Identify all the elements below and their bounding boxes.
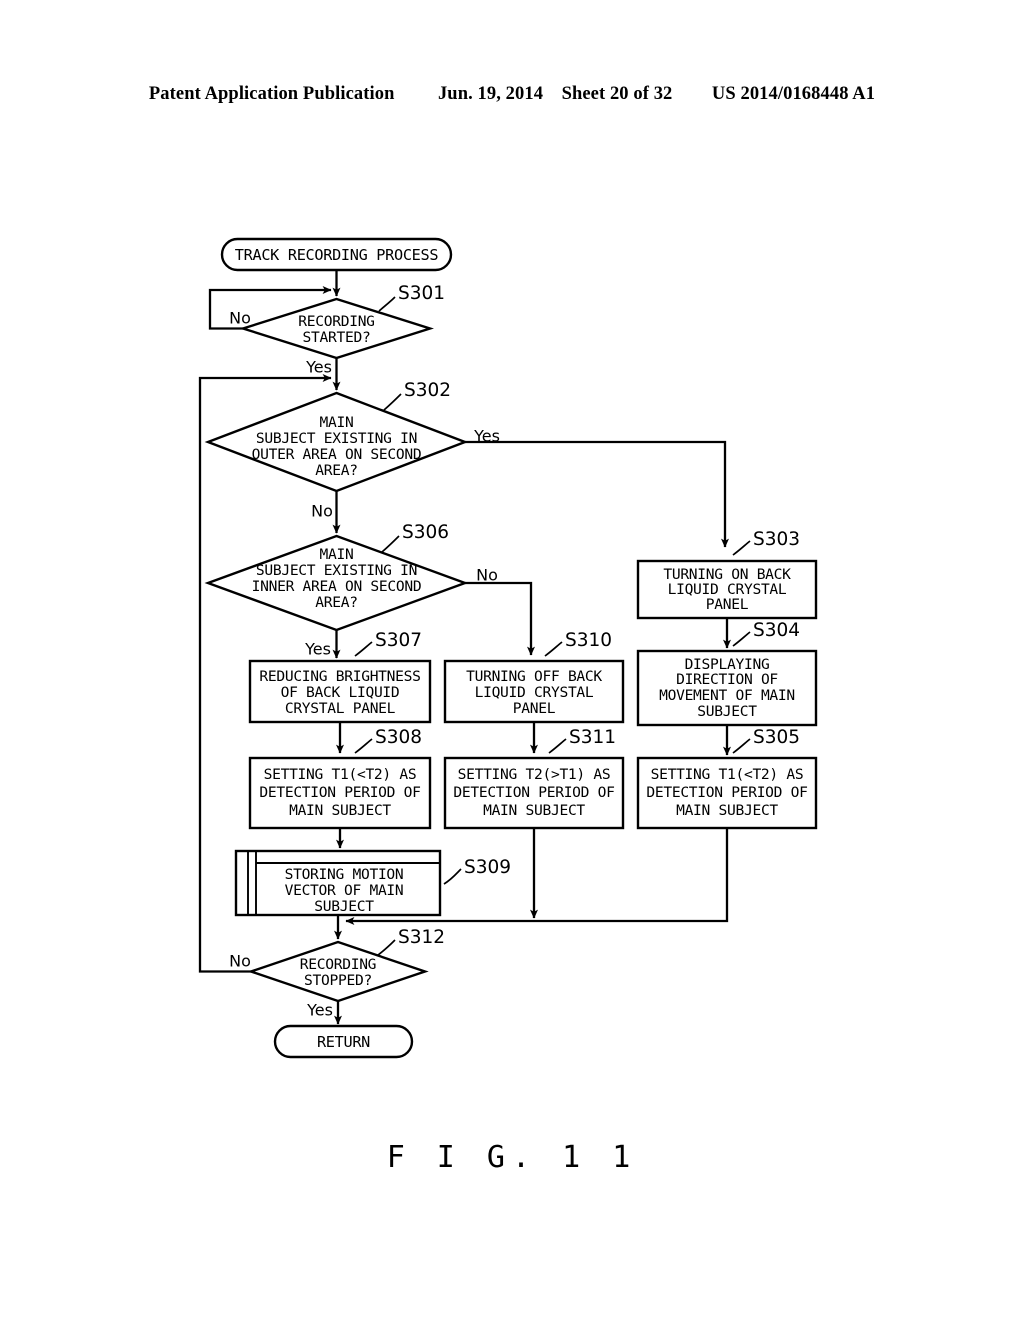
leader-s302 [383, 393, 402, 411]
leader-s311 [548, 738, 567, 754]
node-s308-line3: MAIN SUBJECT [289, 802, 391, 819]
node-s309-line2: VECTOR OF MAIN [285, 882, 404, 899]
node-s302: MAIN SUBJECT EXISTING IN OUTER AREA ON S… [204, 391, 469, 493]
label-s301-no: No [229, 309, 251, 328]
step-id-s309: S309 [464, 857, 511, 878]
node-s301-line1: RECORDING [298, 313, 374, 330]
step-id-s302: S302 [404, 380, 451, 401]
node-s305: SETTING T1(<T2) AS DETECTION PERIOD OF M… [636, 756, 818, 830]
leader-s304 [732, 631, 751, 647]
node-s304-line4: SUBJECT [697, 703, 757, 720]
connector-s302-yes-to-s303 [465, 440, 729, 548]
figure-caption: F I G. 1 1 [386, 1140, 638, 1175]
node-s309-line1: STORING MOTION [285, 866, 404, 883]
node-s308: SETTING T1(<T2) AS DETECTION PERIOD OF M… [248, 756, 432, 830]
node-s302-line2: SUBJECT EXISTING IN [256, 430, 417, 447]
leader-s308 [354, 738, 373, 754]
node-s306-line4: AREA? [315, 594, 357, 611]
step-id-s311: S311 [569, 727, 616, 748]
leader-s309 [443, 868, 462, 885]
node-s306-line2: SUBJECT EXISTING IN [256, 562, 417, 579]
node-s311-line1: SETTING T2(>T1) AS [458, 766, 611, 783]
node-s305-line2: DETECTION PERIOD OF [646, 784, 807, 801]
label-s306-yes: Yes [304, 640, 331, 659]
node-s302-line3: OUTER AREA ON SECOND [252, 446, 422, 463]
node-s301: RECORDING STARTED? [239, 297, 434, 360]
step-id-s308: S308 [375, 727, 422, 748]
node-end-label: RETURN [317, 1033, 370, 1051]
node-s308-line2: DETECTION PERIOD OF [259, 784, 420, 801]
node-s311: SETTING T2(>T1) AS DETECTION PERIOD OF M… [443, 756, 625, 830]
node-s310-line3: PANEL [513, 700, 556, 717]
label-s306-no: No [476, 566, 498, 585]
node-s306: MAIN SUBJECT EXISTING IN INNER AREA ON S… [204, 534, 469, 632]
node-start: TRACK RECORDING PROCESS [220, 237, 453, 272]
node-s309-line3: SUBJECT [314, 898, 374, 915]
node-s310: TURNING OFF BACK LIQUID CRYSTAL PANEL [443, 659, 625, 724]
node-end: RETURN [273, 1024, 414, 1059]
leader-s306 [381, 535, 400, 553]
node-s304-line2: DIRECTION OF [676, 671, 778, 688]
node-s306-line3: INNER AREA ON SECOND [252, 578, 422, 595]
step-id-s304: S304 [753, 620, 800, 641]
node-s307-line2: OF BACK LIQUID [281, 684, 400, 701]
step-id-s301: S301 [398, 283, 445, 304]
step-id-s310: S310 [565, 630, 612, 651]
node-s307: REDUCING BRIGHTNESS OF BACK LIQUID CRYST… [248, 659, 432, 724]
node-s310-line2: LIQUID CRYSTAL [475, 684, 594, 701]
leader-s307 [354, 641, 373, 657]
node-s304-line3: MOVEMENT OF MAIN [659, 687, 795, 704]
step-id-s307: S307 [375, 630, 422, 651]
leader-s301 [378, 296, 396, 312]
node-s301-line2: STARTED? [303, 329, 371, 346]
node-s312-line1: RECORDING [300, 956, 376, 973]
step-id-s312: S312 [398, 927, 445, 948]
flowchart-diagram: TRACK RECORDING PROCESS RECORDING STARTE… [0, 0, 1024, 1320]
label-s312-no: No [229, 952, 251, 971]
node-s308-line1: SETTING T1(<T2) AS [264, 766, 417, 783]
leader-s305 [732, 738, 751, 754]
node-s310-line1: TURNING OFF BACK [466, 668, 602, 685]
node-s305-line3: MAIN SUBJECT [676, 802, 778, 819]
node-s307-line1: REDUCING BRIGHTNESS [259, 668, 420, 685]
node-s303-line3: PANEL [706, 596, 749, 613]
node-s306-line1: MAIN [320, 546, 354, 563]
label-s301-yes: Yes [305, 358, 332, 377]
node-s312-line2: STOPPED? [304, 972, 372, 989]
step-id-s305: S305 [753, 727, 800, 748]
label-s302-no: No [311, 502, 333, 521]
connector-s306-no-to-s310 [465, 581, 535, 656]
node-s311-line3: MAIN SUBJECT [483, 802, 585, 819]
node-s309: STORING MOTION VECTOR OF MAIN SUBJECT [234, 849, 442, 917]
node-s304: DISPLAYING DIRECTION OF MOVEMENT OF MAIN… [636, 649, 818, 727]
leader-s312 [377, 939, 396, 956]
node-s311-line2: DETECTION PERIOD OF [453, 784, 614, 801]
node-s303: TURNING ON BACK LIQUID CRYSTAL PANEL [636, 559, 818, 620]
leader-s310 [544, 641, 563, 657]
node-s302-line1: MAIN [320, 414, 354, 431]
step-id-s306: S306 [402, 522, 449, 543]
node-start-label: TRACK RECORDING PROCESS [235, 246, 439, 264]
node-s312: RECORDING STOPPED? [247, 940, 429, 1003]
leader-s303 [732, 540, 751, 556]
node-s307-line3: CRYSTAL PANEL [285, 700, 396, 717]
step-id-s303: S303 [753, 529, 800, 550]
label-s312-yes: Yes [306, 1001, 333, 1020]
node-s302-line4: AREA? [315, 462, 357, 479]
node-s305-line1: SETTING T1(<T2) AS [651, 766, 804, 783]
